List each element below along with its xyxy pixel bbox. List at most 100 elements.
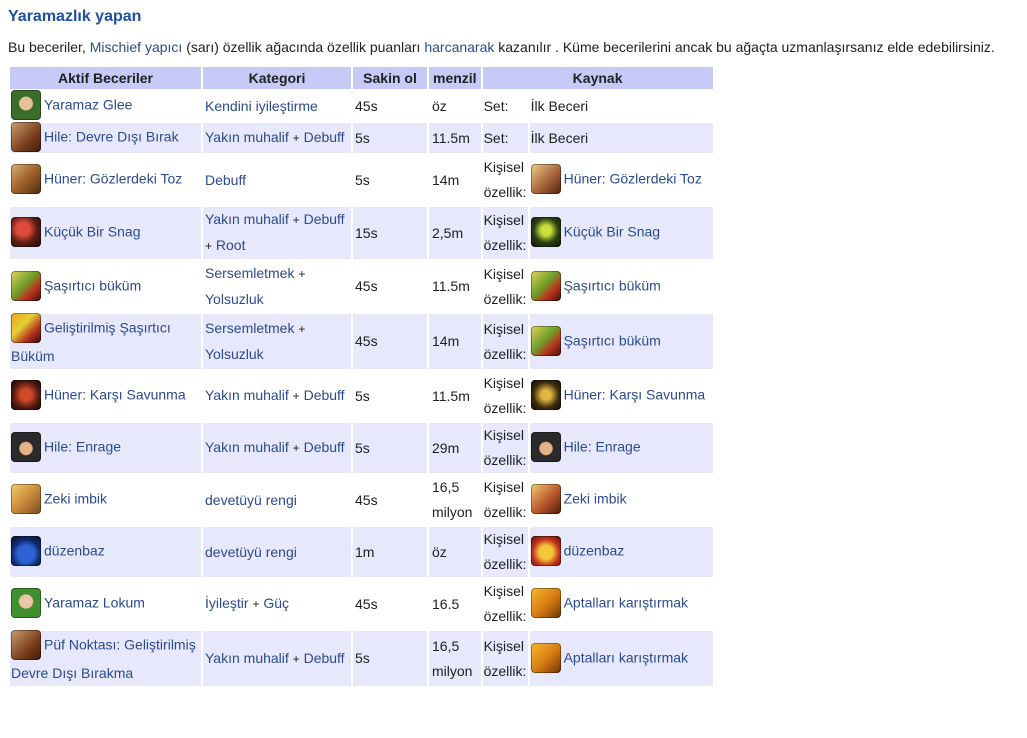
table-row: Yaramaz Lokum İyileştir + Güç 45s 16.5 Kişis… (10, 579, 713, 629)
source-link[interactable]: Zeki imbik (564, 491, 627, 507)
skill-cell: Geliştirilmiş Şaşırtıcı Büküm (10, 313, 201, 369)
dust-icon[interactable] (11, 164, 41, 194)
intro-part: (sarı) özellik ağacında özellik puanları (182, 39, 425, 55)
source-link[interactable]: Aptalları karıştırmak (564, 595, 688, 611)
source-cell: Zeki imbik (529, 475, 713, 525)
category-link[interactable]: Yakın muhalif (205, 650, 289, 666)
category-link[interactable]: Yolsuzluk (205, 291, 264, 307)
category-cell: Sersemletmek + Yolsuzluk (203, 261, 351, 312)
category-cell: Yakın muhalif + Debuff + Root (203, 207, 351, 259)
category-cell: devetüyü rengi (203, 475, 351, 525)
category-link[interactable]: devetüyü rengi (205, 492, 297, 508)
source-link[interactable]: Hile: Enrage (564, 439, 641, 455)
spend-link[interactable]: harcanarak (424, 39, 494, 55)
hand-improved-icon[interactable] (11, 630, 41, 660)
lokum-icon[interactable] (11, 588, 41, 618)
jester-source-icon[interactable] (530, 536, 561, 566)
skill-name-link[interactable]: Şaşırtıcı büküm (44, 277, 141, 293)
section-heading: Yaramazlık yapan (8, 8, 142, 25)
jester-icon[interactable] (11, 536, 41, 566)
twist-source-icon[interactable] (530, 325, 561, 356)
source-link[interactable]: Aptalları karıştırmak (564, 649, 688, 665)
source-link[interactable]: Hüner: Gözlerdeki Toz (564, 171, 702, 187)
skill-name-link[interactable]: Küçük Bir Snag (44, 224, 141, 240)
twist-icon[interactable] (11, 270, 41, 301)
table-row: Zeki imbik devetüyü rengi 45s 16,5 milyon Ki… (10, 475, 713, 525)
category-link[interactable]: Güç (263, 595, 289, 611)
fools-icon[interactable] (530, 642, 561, 673)
table-row: Püf Noktası: Geliştirilmiş Devre Dışı Bı… (10, 630, 713, 686)
category-link[interactable]: Debuff (205, 172, 246, 188)
category-link[interactable]: Sersemletmek (205, 265, 294, 281)
face-icon[interactable] (11, 90, 41, 120)
category-link[interactable]: Debuff (304, 650, 345, 666)
source-text: İlk Beceri (530, 97, 589, 114)
category-link[interactable]: Debuff (304, 211, 345, 227)
category-link[interactable]: Yakın muhalif (205, 129, 289, 145)
plus-separator: + (298, 322, 306, 336)
intro-part: Bu beceriler, (8, 39, 90, 55)
source-label-cell: Kişisel özellik: (482, 314, 528, 369)
cooldown-cell: 45s (353, 314, 427, 369)
source-label-cell: Kişisel özellik: (482, 261, 528, 312)
category-cell: Yakın muhalif + Debuff (203, 371, 351, 421)
source-cell: Hile: Enrage (529, 423, 713, 473)
mischief-link[interactable]: Mischief yapıcı (90, 39, 183, 55)
source-link[interactable]: Küçük Bir Snag (564, 224, 661, 240)
category-link[interactable]: Yakın muhalif (205, 439, 289, 455)
skill-name-link[interactable]: Yaramaz Glee (44, 97, 132, 113)
category-link[interactable]: Debuff (304, 439, 345, 455)
category-link[interactable]: Yakın muhalif (205, 211, 289, 227)
category-link[interactable]: Root (216, 237, 246, 253)
range-cell: 2,5m (429, 207, 481, 259)
source-link[interactable]: Hüner: Karşı Savunma (564, 387, 706, 403)
skill-name-link[interactable]: Hile: Devre Dışı Bırak (44, 129, 179, 145)
cooldown-cell: 45s (353, 261, 427, 312)
range-cell: 14m (429, 314, 481, 369)
category-cell: İyileştir + Güç (203, 579, 351, 629)
source-cell: Aptalları karıştırmak (529, 579, 713, 629)
cooldown-cell: 45s (353, 475, 427, 525)
category-link[interactable]: İyileştir (205, 595, 249, 611)
table-row: Şaşırtıcı büküm Sersemletmek + Yolsuzluk 4… (10, 261, 713, 312)
hand-icon[interactable] (11, 122, 41, 152)
snag-icon[interactable] (11, 217, 41, 247)
palm-icon[interactable] (11, 484, 41, 514)
source-cell: Küçük Bir Snag (529, 207, 713, 259)
skill-name-link[interactable]: Zeki imbik (44, 491, 107, 507)
category-link[interactable]: devetüyü rengi (205, 544, 297, 560)
fools-icon[interactable] (530, 588, 561, 618)
category-link[interactable]: Yakın muhalif (205, 387, 289, 403)
category-cell: Yakın muhalif + Debuff (203, 123, 351, 153)
source-cell: Şaşırtıcı büküm (529, 314, 713, 369)
source-link[interactable]: Şaşırtıcı büküm (564, 332, 661, 348)
category-link[interactable]: Kendini iyileştirme (205, 98, 318, 114)
skill-name-link[interactable]: Hile: Enrage (44, 439, 121, 455)
source-link[interactable]: düzenbaz (564, 543, 625, 559)
skill-name-link[interactable]: Yaramaz Lokum (44, 595, 145, 611)
twist-improved-icon[interactable] (11, 313, 41, 343)
category-link[interactable]: Yolsuzluk (205, 346, 264, 362)
plus-separator: + (292, 441, 300, 455)
skill-name-link[interactable]: Hüner: Gözlerdeki Toz (44, 171, 182, 187)
source-label-cell: Kişisel özellik: (482, 631, 528, 686)
category-link[interactable]: Debuff (304, 129, 345, 145)
cooldown-cell: 45s (353, 91, 427, 121)
skill-name-link[interactable]: Hüner: Karşı Savunma (44, 387, 186, 403)
snag-source-icon[interactable] (530, 217, 561, 247)
skill-cell: Hüner: Karşı Savunma (10, 371, 201, 421)
palm-source-icon[interactable] (530, 484, 561, 514)
source-link[interactable]: Şaşırtıcı büküm (564, 277, 661, 293)
enrage-icon[interactable] (11, 432, 41, 462)
counter-icon[interactable] (11, 380, 41, 410)
enrage-source-icon[interactable] (530, 432, 561, 462)
skill-name-link[interactable]: düzenbaz (44, 543, 105, 559)
plus-separator: + (292, 213, 300, 227)
category-link[interactable]: Sersemletmek (205, 320, 294, 336)
cooldown-cell: 5s (353, 631, 427, 686)
twist-source-icon[interactable] (530, 270, 561, 301)
category-link[interactable]: Debuff (304, 387, 345, 403)
dust-source-icon[interactable] (530, 164, 561, 194)
source-label-cell: Kişisel özellik: (482, 371, 528, 421)
counter-source-icon[interactable] (530, 380, 561, 410)
